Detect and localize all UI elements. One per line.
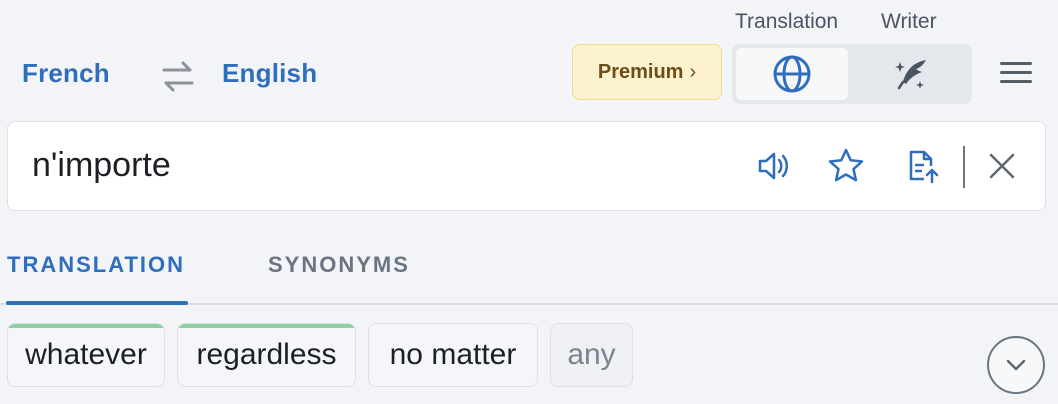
close-icon[interactable]	[982, 146, 1022, 186]
star-icon[interactable]	[826, 146, 866, 186]
globe-icon	[773, 55, 811, 93]
result-chip[interactable]: any	[550, 323, 633, 387]
mode-toggle	[732, 44, 972, 104]
result-chip[interactable]: no matter	[368, 323, 538, 387]
source-text-input[interactable]: n'importe	[32, 146, 171, 185]
active-tab-indicator	[6, 301, 188, 305]
source-language-button[interactable]: French	[22, 58, 110, 89]
speaker-icon[interactable]	[754, 146, 794, 186]
writer-mode-button[interactable]	[856, 48, 968, 100]
relevance-bar	[8, 324, 164, 328]
expand-results-button[interactable]	[987, 336, 1045, 394]
translation-results: whatever regardless no matter any	[0, 323, 1058, 389]
result-chip[interactable]: whatever	[7, 323, 165, 387]
tab-translation[interactable]: TRANSLATION	[7, 252, 185, 278]
result-chip[interactable]: regardless	[177, 323, 356, 387]
source-input-box[interactable]: n'importe	[7, 121, 1046, 211]
premium-label: Premium	[597, 60, 684, 83]
target-language-button[interactable]: English	[222, 58, 317, 89]
relevance-bar	[178, 324, 355, 328]
top-bar: French English Premium › Translation Wri…	[0, 0, 1058, 120]
result-chip-label: whatever	[25, 338, 147, 371]
writer-mode-label: Writer	[881, 10, 937, 33]
tab-synonyms[interactable]: SYNONYMS	[268, 252, 410, 278]
translation-mode-button[interactable]	[736, 48, 848, 100]
chevron-down-icon	[1006, 359, 1026, 371]
hamburger-menu-icon[interactable]	[1000, 62, 1036, 90]
swap-languages-icon[interactable]	[160, 58, 196, 94]
result-chip-label: any	[567, 338, 616, 371]
divider	[963, 146, 965, 188]
result-chip-label: regardless	[196, 338, 337, 371]
premium-button[interactable]: Premium ›	[572, 44, 722, 100]
result-tabs: TRANSLATION SYNONYMS	[0, 230, 1058, 305]
export-document-icon[interactable]	[902, 146, 942, 186]
quill-sparkle-icon	[895, 60, 926, 90]
chevron-right-icon: ›	[689, 60, 697, 83]
translation-mode-label: Translation	[735, 10, 839, 33]
result-chip-label: no matter	[389, 338, 517, 371]
